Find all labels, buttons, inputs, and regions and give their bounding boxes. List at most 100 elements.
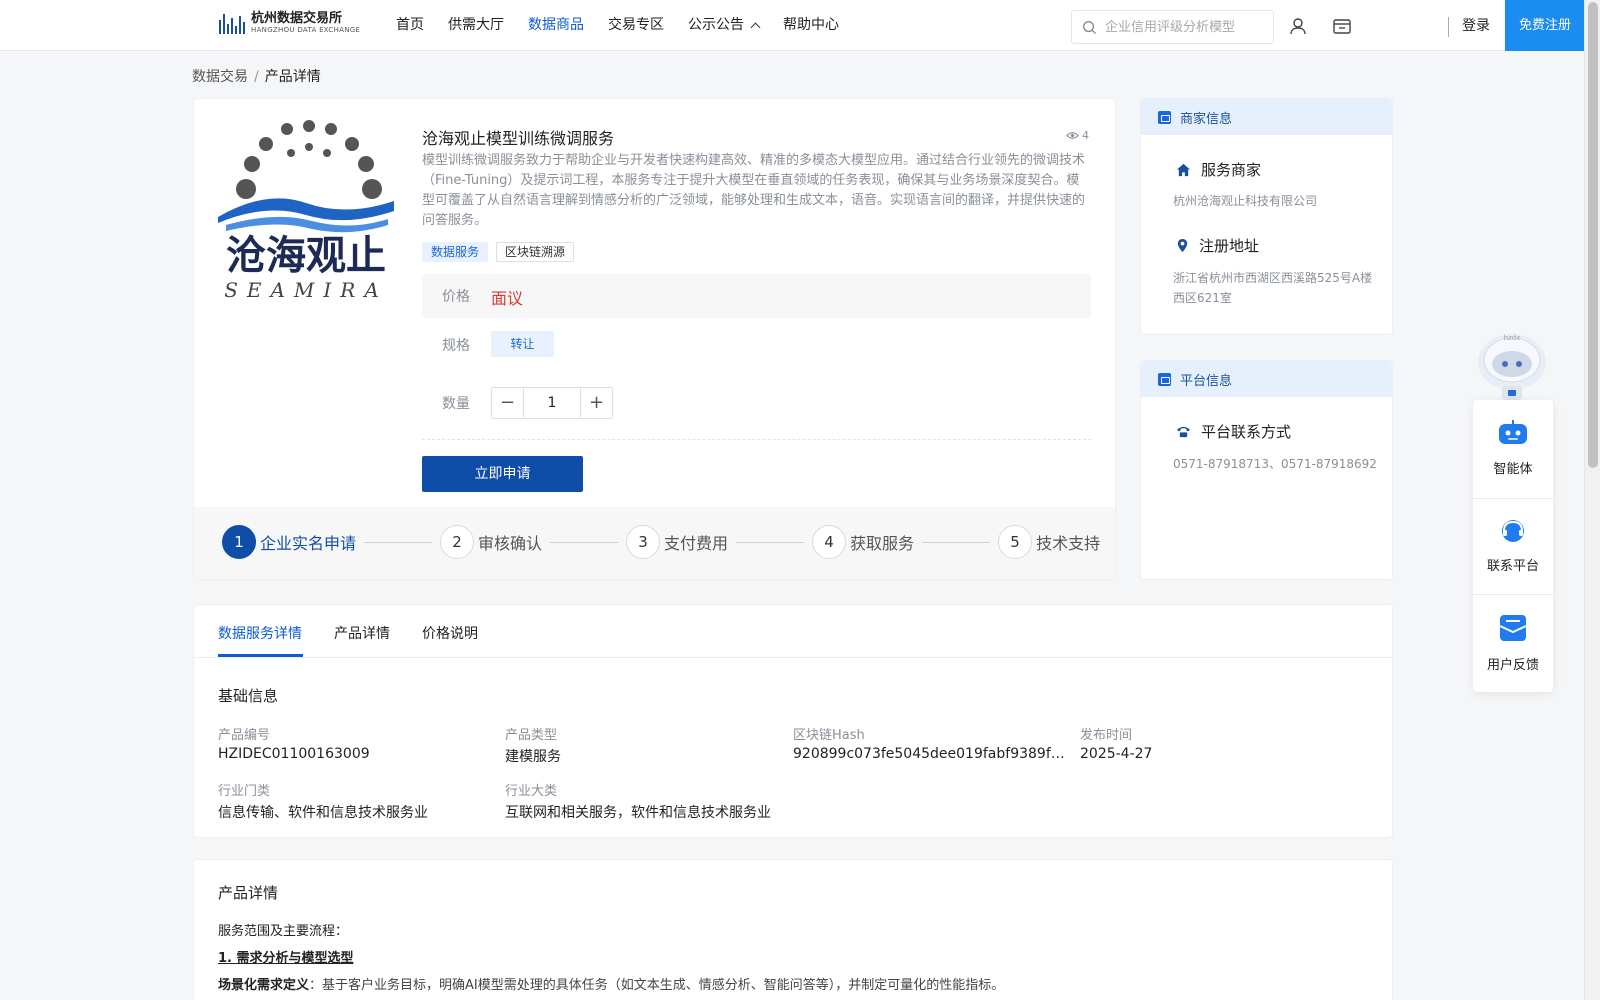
- breadcrumb-separator: /: [254, 69, 259, 85]
- search-icon: [1083, 20, 1097, 34]
- merchant-info-header: 商家信息: [1141, 99, 1392, 135]
- service-merchant-value: 杭州沧海观止科技有限公司: [1173, 194, 1318, 208]
- nav-supply-demand[interactable]: 供需大厅: [448, 0, 504, 50]
- tag-blockchain: 区块链溯源: [496, 242, 575, 262]
- merchant-info-icon: [1158, 110, 1171, 124]
- product-tags: 数据服务 区块链溯源: [422, 242, 575, 262]
- step-label: 支付费用: [664, 534, 729, 553]
- nav-data-products[interactable]: 数据商品: [528, 0, 584, 50]
- merchant-info-card: 商家信息 服务商家 杭州沧海观止科技有限公司 注册地址 浙江省杭州市西湖区西溪路…: [1140, 98, 1393, 335]
- service-merchant-row: 服务商家: [1176, 159, 1261, 180]
- platform-info-card: 平台信息 平台联系方式 0571-87918713、0571-87918692: [1140, 360, 1393, 580]
- assistant-robot-icon[interactable]: hzdx: [1474, 326, 1550, 401]
- view-count: 4: [1066, 129, 1089, 142]
- nav-announcements[interactable]: 公示公告: [688, 0, 761, 50]
- details-tabs: 数据服务详情 产品详情 价格说明: [194, 605, 1392, 658]
- service-merchant-label: 服务商家: [1201, 161, 1262, 179]
- view-count-value: 4: [1082, 129, 1089, 142]
- step-heading-1: 1. 需求分析与模型选型: [218, 947, 354, 966]
- publish-time-label: 发布时间: [1080, 728, 1133, 743]
- scrollbar-thumb[interactable]: [1588, 2, 1598, 468]
- search-input[interactable]: [1105, 19, 1265, 35]
- robot-badge-text: hzdx: [1504, 334, 1521, 342]
- tab-service-details[interactable]: 数据服务详情: [218, 623, 302, 643]
- spec-option-transfer[interactable]: 转让: [491, 331, 554, 357]
- product-description: 模型训练微调服务致力于帮助企业与开发者快速构建高效、精准的多模态大模型应用。通过…: [422, 153, 1086, 228]
- service-scope-heading: 服务范围及主要流程：: [218, 924, 349, 939]
- page-scrollbar[interactable]: [1584, 0, 1600, 1000]
- float-divider: [1473, 498, 1553, 499]
- user-feedback-label: 用户反馈: [1486, 658, 1539, 673]
- logo-title: 杭州数据交易所: [251, 11, 343, 26]
- product-id-value: HZIDEC01100163009: [218, 746, 370, 762]
- step-number: 2: [440, 525, 475, 559]
- platform-info-header: 平台信息: [1141, 361, 1392, 397]
- floating-service-panel: 智能体 联系平台 用户反馈: [1473, 400, 1553, 692]
- dashed-divider: [422, 439, 1091, 440]
- apply-now-button[interactable]: 立即申请: [422, 456, 583, 492]
- product-id-label: 产品编号: [218, 728, 271, 743]
- step-3: 3 支付费用: [626, 525, 728, 559]
- spec-label: 规格: [442, 338, 470, 354]
- logo-subtitle: HANGZHOU DATA EXCHANGE: [251, 26, 361, 34]
- product-type-value: 建模服务: [505, 749, 561, 765]
- nav-help-center[interactable]: 帮助中心: [783, 0, 839, 50]
- breadcrumb: 数据交易 / 产品详情: [192, 66, 321, 86]
- contact-platform-button[interactable]: 联系平台: [1473, 517, 1553, 574]
- top-header: 杭州数据交易所 HANGZHOU DATA EXCHANGE 首页 供需大厅 数…: [0, 0, 1585, 52]
- logo-en-text: SEAMIRA: [224, 278, 388, 302]
- step-number: 3: [626, 525, 661, 559]
- header-divider: [1448, 17, 1449, 37]
- scene-definition-line: 场景化需求定义：基于客户业务目标，明确AI模型需处理的具体任务（如文本生成、情感…: [218, 974, 1004, 993]
- user-feedback-button[interactable]: 用户反馈: [1473, 612, 1553, 673]
- price-row: 价格 面议: [422, 274, 1091, 318]
- agent-label: 智能体: [1493, 462, 1533, 477]
- step-connector: [550, 541, 619, 543]
- industry-category-value: 信息传输、软件和信息技术服务业: [218, 805, 428, 821]
- blockchain-hash-value: 920899c073fe5045dee019fabf9389faccbf…: [793, 746, 1065, 762]
- step-5: 5 技术支持: [998, 525, 1100, 559]
- quantity-decrement-button[interactable]: −: [492, 388, 523, 418]
- site-logo[interactable]: 杭州数据交易所 HANGZHOU DATA EXCHANGE: [219, 11, 360, 35]
- tab-price-info[interactable]: 价格说明: [422, 623, 478, 643]
- agent-button[interactable]: 智能体: [1473, 420, 1553, 477]
- step-label: 获取服务: [850, 534, 915, 553]
- headset-icon: [1502, 520, 1524, 542]
- robot-icon: [1499, 420, 1527, 444]
- search-box[interactable]: [1071, 10, 1274, 44]
- price-value: 面议: [491, 289, 524, 308]
- price-label: 价格: [442, 289, 470, 305]
- active-tab-indicator: [218, 654, 303, 657]
- quantity-label: 数量: [442, 396, 470, 412]
- tab-product-details[interactable]: 产品详情: [334, 623, 390, 643]
- login-link[interactable]: 登录: [1462, 0, 1490, 52]
- user-icon[interactable]: [1288, 16, 1308, 36]
- breadcrumb-root[interactable]: 数据交易: [192, 69, 248, 85]
- step-number: 1: [222, 525, 256, 559]
- quantity-increment-button[interactable]: +: [581, 388, 612, 418]
- step-label: 技术支持: [1036, 534, 1101, 553]
- process-steps: 1 企业实名申请 2 审核确认 3 支付费用 4 获取服务 5 技术支持: [194, 507, 1115, 579]
- product-detail-card: 产品详情 服务范围及主要流程： 1. 需求分析与模型选型 场景化需求定义：基于客…: [193, 859, 1393, 1000]
- platform-contact-label: 平台联系方式: [1201, 423, 1292, 441]
- quantity-input[interactable]: 1: [523, 388, 581, 418]
- cart-icon[interactable]: [1332, 16, 1352, 36]
- step-connector: [736, 541, 805, 543]
- platform-info-title: 平台信息: [1180, 373, 1233, 389]
- industry-major-value: 互联网和相关服务，软件和信息技术服务业: [505, 805, 771, 821]
- step-connector: [922, 541, 991, 543]
- feedback-icon: [1499, 615, 1527, 641]
- basic-info-title: 基础信息: [218, 687, 279, 705]
- main-nav: 首页 供需大厅 数据商品 交易专区 公示公告 帮助中心: [396, 0, 863, 50]
- publish-time-value: 2025-4-27: [1080, 746, 1153, 762]
- register-button[interactable]: 免费注册: [1505, 0, 1585, 51]
- industry-major-label: 行业大类: [505, 784, 558, 799]
- nav-trading-zone[interactable]: 交易专区: [608, 0, 664, 50]
- step-label: 企业实名申请: [260, 534, 357, 553]
- step-2: 2 审核确认: [440, 525, 542, 559]
- scene-definition-text: ：基于客户业务目标，明确AI模型需处理的具体任务（如文本生成、情感分析、智能问答…: [309, 978, 1005, 993]
- step-connector: [364, 541, 433, 543]
- logo-mark-icon: [219, 12, 245, 34]
- nav-home[interactable]: 首页: [396, 0, 424, 50]
- platform-contact-value: 0571-87918713、0571-87918692: [1173, 457, 1377, 471]
